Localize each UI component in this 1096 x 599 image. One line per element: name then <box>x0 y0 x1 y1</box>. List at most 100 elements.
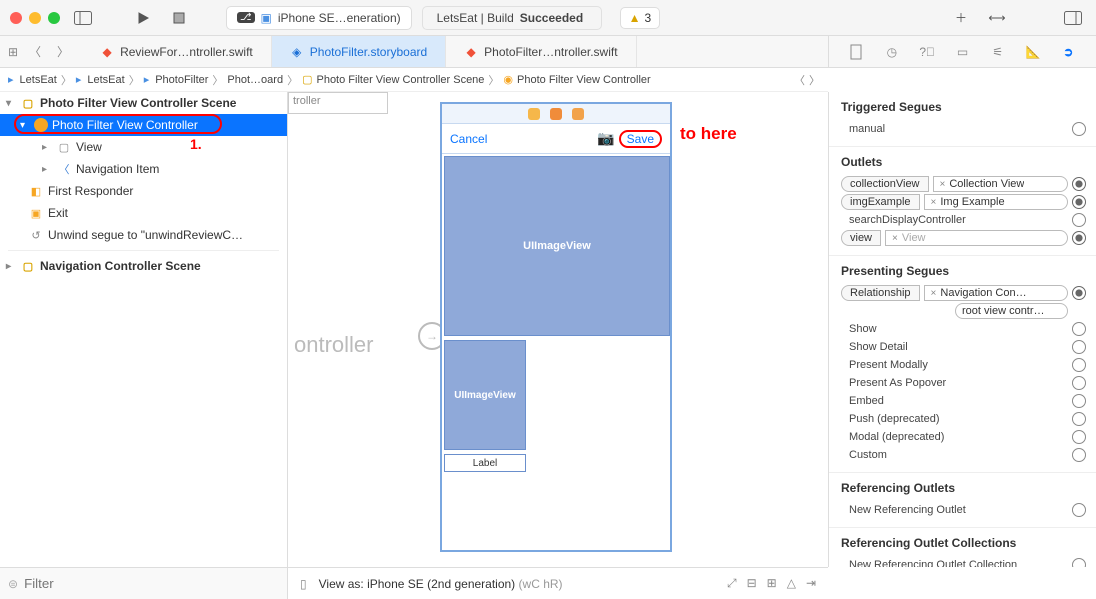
connection-socket[interactable] <box>1072 394 1086 408</box>
attributes-inspector-tab[interactable]: ⚟ <box>988 42 1008 62</box>
presenting-relationship[interactable]: Relationship ×Navigation Con… <box>841 284 1086 302</box>
connection-socket[interactable] <box>1072 231 1086 245</box>
library-button[interactable] <box>1060 7 1086 29</box>
zoom-fit-button[interactable]: ⤢ <box>727 576 737 591</box>
size-inspector-tab[interactable]: 📐 <box>1023 42 1043 62</box>
outlet-view[interactable]: view ×View <box>841 229 1086 247</box>
connection-socket[interactable] <box>1072 412 1086 426</box>
navigation-bar: Cancel 📷 Save <box>442 124 670 154</box>
resolve-button[interactable]: △ <box>787 576 796 591</box>
scheme-selector[interactable]: ⎇ ▣ iPhone SE…eneration) <box>226 6 412 30</box>
view-controller-canvas[interactable]: Cancel 📷 Save UIImageView UIImageView La… <box>440 102 672 552</box>
run-button[interactable] <box>130 7 156 29</box>
jump-bar[interactable]: ▸LetsEat〉 ▸LetsEat〉 ▸PhotoFilter〉 Phot…o… <box>0 68 828 92</box>
connection-socket[interactable] <box>1072 195 1086 209</box>
presenting-modal[interactable]: Modal (deprecated) <box>841 428 1086 446</box>
section-title: Referencing Outlet Collections <box>841 536 1086 550</box>
back-button[interactable]: 〈 <box>24 41 46 63</box>
outline-navscene-row[interactable]: ▸ ▢ Navigation Controller Scene <box>0 255 287 277</box>
outline-view-row[interactable]: ▸ ▢ View <box>0 136 287 158</box>
connections-inspector-tab[interactable]: ➲ <box>1058 42 1078 62</box>
save-button[interactable]: Save <box>627 132 654 146</box>
vc-dock-icon[interactable] <box>528 108 540 120</box>
cancel-button[interactable]: Cancel <box>450 132 487 146</box>
help-inspector-tab[interactable]: ?⃝ <box>917 42 937 62</box>
connection-socket[interactable] <box>1072 340 1086 354</box>
presenting-showdetail[interactable]: Show Detail <box>841 338 1086 356</box>
presenting-presentmodally[interactable]: Present Modally <box>841 356 1086 374</box>
outline-scene-row[interactable]: ▾ ▢ Photo Filter View Controller Scene <box>0 92 287 114</box>
connection-socket[interactable] <box>1072 213 1086 227</box>
embed-button[interactable]: ⇥ <box>806 576 816 591</box>
connection-socket[interactable] <box>1072 322 1086 336</box>
exit-dock-icon[interactable] <box>572 108 584 120</box>
close-window-button[interactable] <box>10 12 22 24</box>
connection-socket[interactable] <box>1072 376 1086 390</box>
presenting-show[interactable]: Show <box>841 320 1086 338</box>
minimize-window-button[interactable] <box>29 12 41 24</box>
code-review-button[interactable]: ⟷ <box>984 7 1010 29</box>
crumb-item[interactable]: Phot…oard <box>227 74 283 86</box>
presenting-push[interactable]: Push (deprecated) <box>841 410 1086 428</box>
tab-photofilter-controller[interactable]: ◆ PhotoFilter…ntroller.swift <box>446 36 636 67</box>
uiimageview-thumb[interactable]: UIImageView <box>444 340 526 450</box>
identity-inspector-tab[interactable]: ▭ <box>952 42 972 62</box>
tab-photofilter-storyboard[interactable]: ◈ PhotoFilter.storyboard <box>272 36 446 67</box>
tab-review-controller[interactable]: ◆ ReviewFor…ntroller.swift <box>82 36 272 67</box>
connection-socket[interactable] <box>1072 122 1086 136</box>
crumb-item[interactable]: Photo Filter View Controller Scene <box>316 74 484 86</box>
crumb-item[interactable]: PhotoFilter <box>155 74 208 86</box>
section-title: Referencing Outlets <box>841 481 1086 495</box>
outline-navitem-row[interactable]: ▸ 〈 Navigation Item <box>0 158 287 180</box>
forward-button[interactable]: 〉 <box>52 41 74 63</box>
crumb-item[interactable]: Photo Filter View Controller <box>517 74 651 86</box>
camera-icon[interactable]: 📷 <box>597 130 614 147</box>
uilabel[interactable]: Label <box>444 454 526 472</box>
connection-socket[interactable] <box>1072 448 1086 462</box>
scene-dock[interactable] <box>442 104 670 124</box>
filter-input[interactable] <box>24 576 279 591</box>
outline-exit-row[interactable]: ▣ Exit <box>0 202 287 224</box>
crumb-fwd[interactable]: 〉 <box>809 72 820 88</box>
first-responder-dock-icon[interactable] <box>550 108 562 120</box>
triggered-manual-row[interactable]: manual <box>841 120 1086 138</box>
stop-button[interactable] <box>166 7 192 29</box>
outline-unwind-row[interactable]: ↺ Unwind segue to "unwindReviewC… <box>0 224 287 246</box>
outline-vc-row[interactable]: ▾ Photo Filter View Controller <box>0 114 287 136</box>
outlet-collectionview[interactable]: collectionView ×Collection View <box>841 175 1086 193</box>
zoom-window-button[interactable] <box>48 12 60 24</box>
history-inspector-tab[interactable]: ◷ <box>882 42 902 62</box>
warnings-indicator[interactable]: ▲ 3 <box>620 7 661 29</box>
view-as-label[interactable]: View as: iPhone SE (2nd generation) (wC … <box>319 577 563 591</box>
toggle-navigator-button[interactable] <box>70 7 96 29</box>
connection-socket[interactable] <box>1072 286 1086 300</box>
crumb-item[interactable]: LetsEat <box>87 74 124 86</box>
presenting-custom[interactable]: Custom <box>841 446 1086 464</box>
add-button[interactable]: ＋ <box>948 7 974 29</box>
outline-first-responder-row[interactable]: ◧ First Responder <box>0 180 287 202</box>
uiimageview-main[interactable]: UIImageView <box>444 156 670 336</box>
presenting-presentpopover[interactable]: Present As Popover <box>841 374 1086 392</box>
crumb-item[interactable]: LetsEat <box>20 74 57 86</box>
connection-socket[interactable] <box>1072 503 1086 517</box>
outlet-searchdisplay[interactable]: searchDisplayController <box>841 211 1086 229</box>
connection-socket[interactable] <box>1072 430 1086 444</box>
ref-outlet-collection-new[interactable]: New Referencing Outlet Collection <box>841 556 1086 567</box>
presenting-embed[interactable]: Embed <box>841 392 1086 410</box>
ref-outlet-new[interactable]: New Referencing Outlet <box>841 501 1086 519</box>
connection-socket[interactable] <box>1072 358 1086 372</box>
related-items-icon[interactable]: ⊞ <box>8 45 18 59</box>
annotation-to-here: to here <box>680 124 737 144</box>
activity-status[interactable]: LetsEat | Build Succeeded <box>422 6 602 30</box>
interface-builder-canvas[interactable]: troller ontroller → Cancel 📷 Save UIImag… <box>288 92 828 567</box>
connection-socket[interactable] <box>1072 177 1086 191</box>
align-button[interactable]: ⊟ <box>747 576 757 591</box>
file-inspector-tab[interactable] <box>847 42 867 62</box>
connection-socket[interactable] <box>1072 558 1086 567</box>
swift-file-icon: ◆ <box>100 45 114 59</box>
outlet-imgexample[interactable]: imgExample ×Img Example <box>841 193 1086 211</box>
pin-button[interactable]: ⊞ <box>767 576 777 591</box>
crumb-back[interactable]: 〈 <box>794 72 805 88</box>
device-config-icon[interactable]: ▯ <box>300 577 307 591</box>
outline-label: View <box>76 140 102 154</box>
